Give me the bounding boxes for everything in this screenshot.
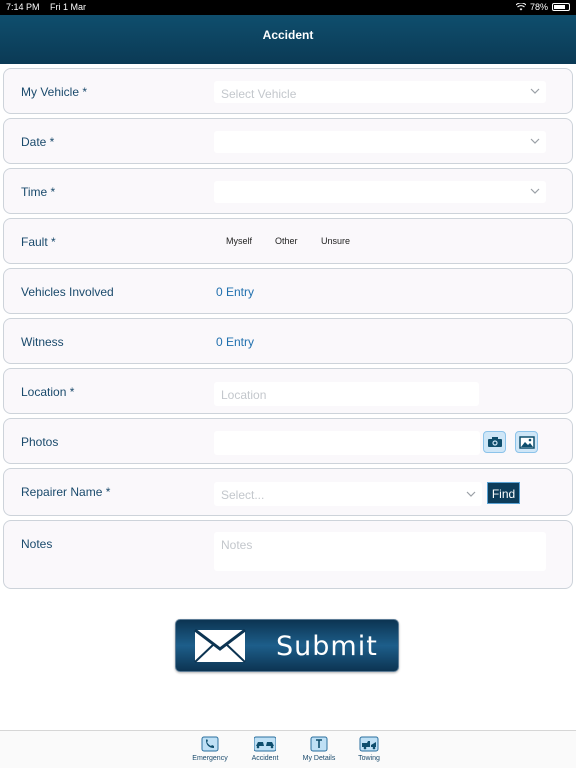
vehicles-involved-count[interactable]: 0 Entry bbox=[216, 285, 254, 299]
fault-option-myself[interactable]: Myself bbox=[226, 236, 252, 246]
witness-count[interactable]: 0 Entry bbox=[216, 335, 254, 349]
fault-row: Fault * Myself Other Unsure bbox=[3, 218, 573, 264]
photos-row: Photos bbox=[3, 418, 573, 464]
fault-label: Fault * bbox=[21, 235, 56, 249]
date-select[interactable] bbox=[214, 131, 546, 153]
chevron-down-icon bbox=[530, 188, 540, 194]
tab-towing-label: Towing bbox=[358, 755, 380, 762]
notes-row: Notes Notes bbox=[3, 520, 573, 589]
fault-option-other[interactable]: Other bbox=[275, 236, 298, 246]
time-label: Time * bbox=[21, 185, 56, 199]
wifi-icon bbox=[515, 3, 526, 11]
vehicles-involved-row[interactable]: Vehicles Involved 0 Entry bbox=[3, 268, 573, 314]
location-label: Location * bbox=[21, 385, 75, 399]
tab-bar: Emergency Accident My Details Towing bbox=[0, 730, 576, 768]
tab-towing[interactable]: Towing bbox=[341, 735, 397, 762]
vehicle-row: My Vehicle * Select Vehicle bbox=[3, 68, 573, 114]
time-select[interactable] bbox=[214, 181, 546, 203]
gallery-icon bbox=[518, 435, 535, 449]
tab-accident[interactable]: Accident bbox=[237, 735, 293, 762]
tow-truck-icon bbox=[358, 735, 380, 753]
time-row: Time * bbox=[3, 168, 573, 214]
gallery-button[interactable] bbox=[515, 431, 538, 453]
photos-field bbox=[214, 431, 480, 455]
chevron-down-icon bbox=[530, 138, 540, 144]
repairer-label: Repairer Name * bbox=[21, 485, 111, 499]
submit-button[interactable]: Submit bbox=[175, 619, 399, 672]
tab-emergency-label: Emergency bbox=[192, 755, 228, 762]
vehicle-label: My Vehicle * bbox=[21, 85, 88, 99]
find-button[interactable]: Find bbox=[487, 482, 520, 504]
details-icon bbox=[308, 735, 330, 753]
tab-accident-label: Accident bbox=[251, 755, 279, 762]
envelope-icon bbox=[194, 629, 246, 663]
tab-emergency[interactable]: Emergency bbox=[182, 735, 238, 762]
vehicle-placeholder: Select Vehicle bbox=[221, 87, 297, 101]
date-row: Date * bbox=[3, 118, 573, 164]
battery-percent: 78% bbox=[529, 2, 548, 12]
submit-label: Submit bbox=[276, 631, 378, 662]
witness-row[interactable]: Witness 0 Entry bbox=[3, 318, 573, 364]
vehicles-involved-label: Vehicles Involved bbox=[21, 285, 114, 299]
chevron-down-icon bbox=[530, 88, 540, 94]
location-input[interactable]: Location bbox=[214, 382, 479, 406]
repairer-placeholder: Select... bbox=[221, 488, 265, 502]
tab-my-details[interactable]: My Details bbox=[291, 735, 347, 762]
repairer-row: Repairer Name * Select... Find bbox=[3, 468, 573, 516]
notes-textarea[interactable]: Notes bbox=[214, 532, 546, 571]
status-bar: 7:14 PM Fri 1 Mar 78% bbox=[0, 0, 576, 15]
location-row: Location * Location bbox=[3, 368, 573, 414]
page-title: Accident bbox=[262, 28, 314, 42]
notes-placeholder: Notes bbox=[221, 538, 253, 552]
location-placeholder: Location bbox=[221, 388, 267, 402]
camera-icon bbox=[487, 437, 502, 447]
chevron-down-icon bbox=[466, 491, 476, 497]
battery-icon bbox=[552, 3, 570, 11]
car-crash-icon bbox=[254, 735, 276, 753]
photos-label: Photos bbox=[21, 435, 59, 449]
vehicle-select[interactable]: Select Vehicle bbox=[214, 81, 546, 103]
repairer-select[interactable]: Select... bbox=[214, 482, 482, 506]
fault-option-unsure[interactable]: Unsure bbox=[321, 236, 350, 246]
phone-icon bbox=[199, 735, 221, 753]
camera-button[interactable] bbox=[483, 431, 506, 453]
witness-label: Witness bbox=[21, 335, 64, 349]
status-date: Fri 1 Mar bbox=[50, 2, 87, 12]
tab-my-details-label: My Details bbox=[302, 755, 336, 762]
status-time: 7:14 PM bbox=[6, 2, 40, 12]
notes-label: Notes bbox=[21, 537, 53, 551]
nav-bar: Accident bbox=[0, 15, 576, 64]
date-label: Date * bbox=[21, 135, 55, 149]
